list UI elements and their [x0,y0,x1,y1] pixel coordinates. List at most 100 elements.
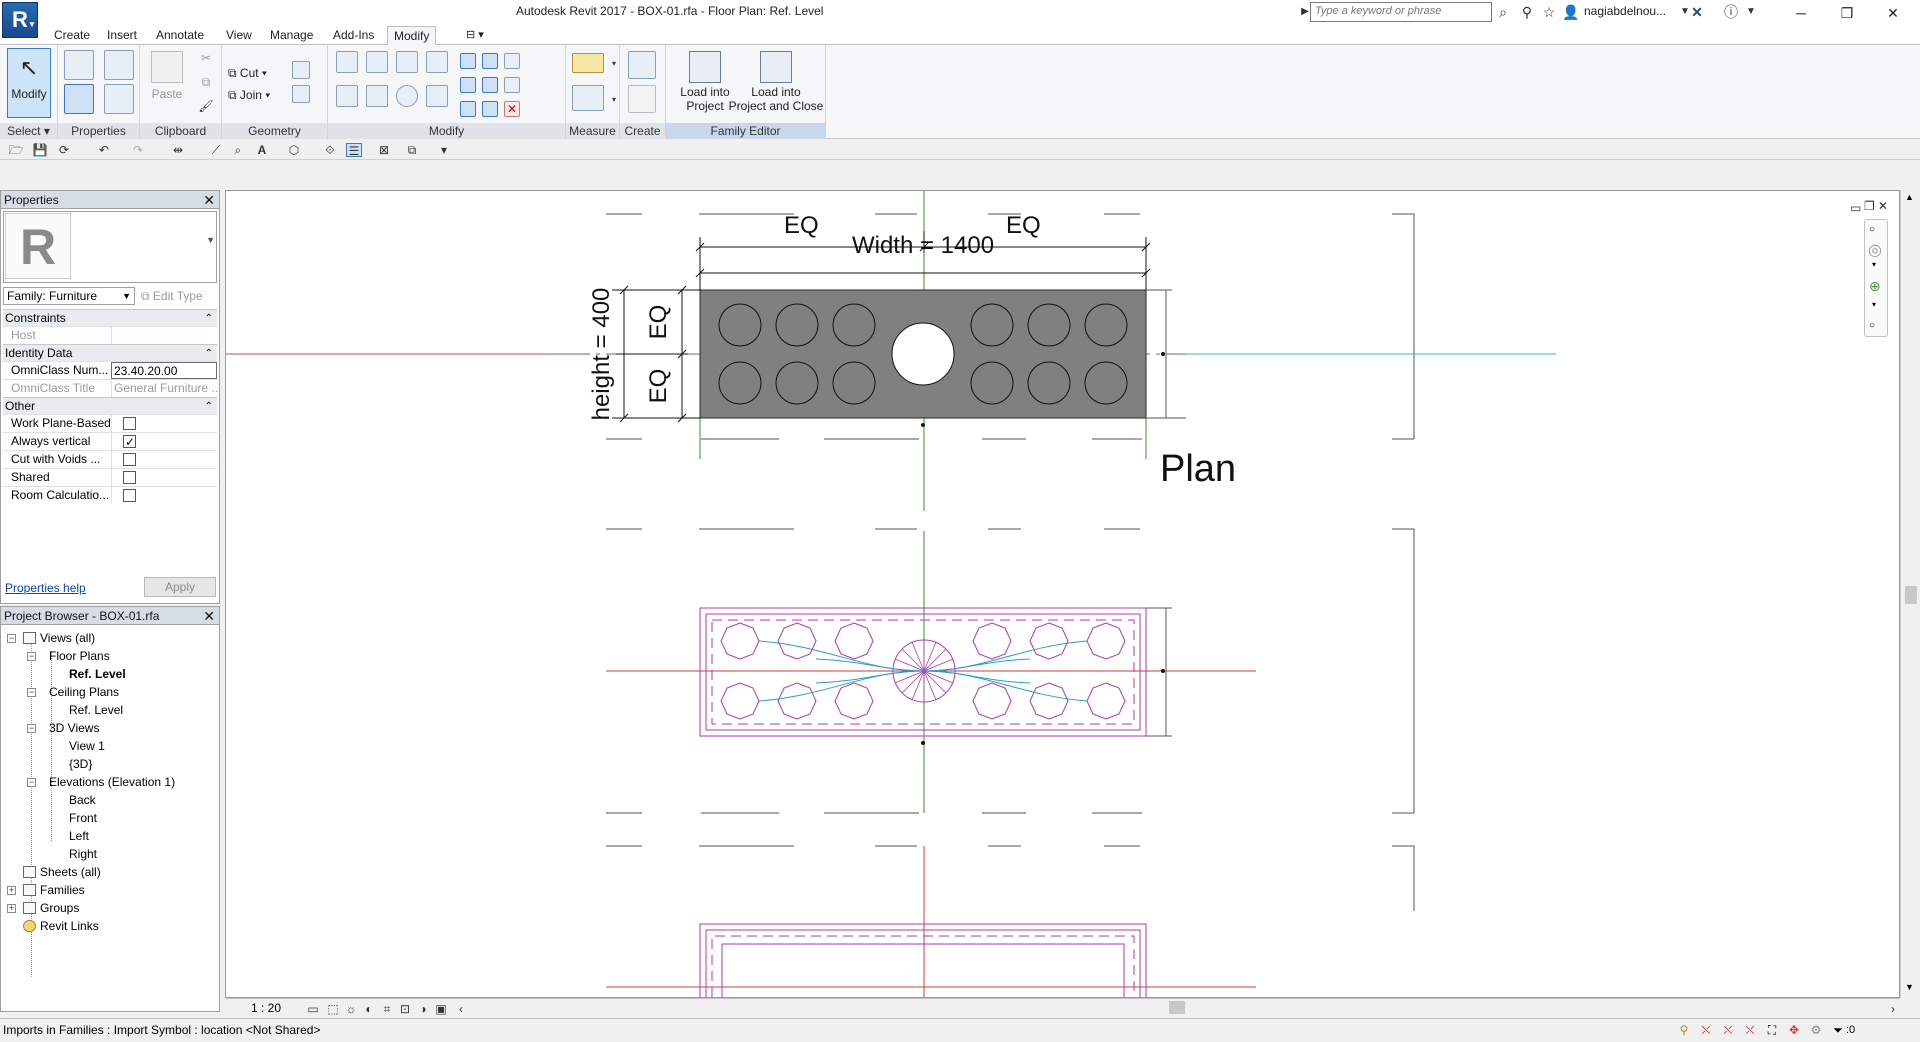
tree-sheets[interactable]: Sheets (all) [23,863,101,881]
tree-3d-views[interactable]: 3D Views [49,719,99,737]
aligned-dimension-icon[interactable] [572,85,604,111]
rotate-icon[interactable] [396,85,418,107]
scroll-right-icon[interactable]: › [1885,1002,1901,1016]
cut-with-voids-checkbox[interactable] [123,453,136,466]
section-other[interactable]: Other ⌃ [3,397,217,414]
drawing-canvas[interactable]: ▭ ❐ ✕ EQ EQ Width = 1400 height = 400 EQ… [225,190,1900,998]
apply-button[interactable]: Apply [144,577,216,597]
tree-elevation-left[interactable]: Left [69,827,89,845]
subscription-icon[interactable]: ⚲ [1518,3,1536,21]
edit-type-button[interactable]: ⧉ Edit Type [141,287,203,305]
tree-ceiling-plan-ref-level[interactable]: Ref. Level [69,701,123,719]
close-window-button[interactable]: ✕ [1870,0,1916,26]
paste-button[interactable]: Paste [146,47,188,117]
room-calculation-checkbox[interactable] [123,489,136,502]
trim-extend-single-icon[interactable] [460,101,476,117]
tree-families[interactable]: Families [23,881,85,899]
reveal-hidden-icon[interactable]: ▣ [433,1002,449,1016]
minimize-button[interactable]: ─ [1778,0,1824,26]
horizontal-scroll-thumb[interactable] [1169,1001,1185,1014]
zoom-region-icon[interactable]: ⊕ [1869,278,1881,295]
width-dimension-label[interactable]: Width = 1400 [852,232,994,259]
temporary-hide-icon[interactable]: ◑ [415,1002,431,1016]
scroll-up-icon[interactable]: ▲ [1905,192,1914,202]
sun-path-icon[interactable]: ☼ [343,1002,359,1016]
thin-lines-icon[interactable]: ☰ [346,143,362,158]
visual-style-icon[interactable]: ⬚ [325,1002,341,1016]
save-icon[interactable]: 💾 [32,143,48,157]
collapse-3d-views-icon[interactable]: − [27,724,36,733]
collapse-ceiling-plans-icon[interactable]: − [27,688,36,697]
tab-manage[interactable]: Manage [264,26,319,45]
copy-elements-icon[interactable] [366,85,388,107]
expand-groups-icon[interactable]: + [7,904,16,913]
tree-elevation-right[interactable]: Right [69,845,97,863]
dim-eq-top[interactable]: EQ [645,305,672,340]
measure-icon[interactable] [572,53,604,73]
split-face-icon[interactable] [292,85,310,103]
create-group-icon[interactable] [628,85,656,113]
tree-groups[interactable]: Groups [23,899,79,917]
zoom-dropdown-icon[interactable]: ▾ [1872,300,1876,309]
tab-add-ins[interactable]: Add-Ins [327,26,380,45]
tab-insert[interactable]: Insert [101,26,143,45]
select-pinned-icon[interactable]: ⛌ [1742,1023,1758,1037]
dim-eq-bottom[interactable]: EQ [645,369,672,404]
collapse-elevations-icon[interactable]: − [27,778,36,787]
scroll-down-icon[interactable]: ▼ [1905,982,1914,992]
contextual-tab-toggle-icon[interactable]: ⊟ ▾ [460,26,490,45]
family-types-icon[interactable] [104,84,134,114]
section-icon[interactable]: ⟐ [322,143,338,157]
tree-elevation-front[interactable]: Front [69,809,97,827]
tree-revit-links[interactable]: Revit Links [23,917,99,935]
binoculars-icon[interactable]: ⌕ [1494,3,1512,21]
omniclass-number-field[interactable]: 23.40.20.00 [111,362,217,379]
close-hidden-windows-icon[interactable]: ⊠ [376,143,392,157]
scissors-icon[interactable]: ✂ [198,51,214,65]
select-by-face-icon[interactable]: ⛶ [1764,1023,1780,1037]
tree-floor-plans[interactable]: Floor Plans [49,647,110,665]
offset-icon[interactable] [366,51,388,73]
undo-icon[interactable]: ↶ [96,143,112,157]
pin-icon[interactable] [504,77,520,93]
sync-icon[interactable]: ⟳ [56,143,72,157]
collapse-floor-plans-icon[interactable]: − [27,652,36,661]
properties-help-link[interactable]: Properties help [5,581,86,595]
match-type-icon[interactable]: 🖌 [198,99,214,113]
select-dropdown[interactable]: Select ▾ [0,123,57,139]
tab-view[interactable]: View [220,26,258,45]
expand-families-icon[interactable]: + [7,886,16,895]
tree-elevation-back[interactable]: Back [69,791,96,809]
move-icon[interactable] [336,85,358,107]
nav-resize-icon[interactable]: ○ [1869,320,1875,331]
scroll-left-icon[interactable]: ‹ [453,1002,469,1016]
favorites-star-icon[interactable]: ☆ [1540,3,1558,21]
close-icon[interactable]: ✕ [203,607,215,625]
dim-eq-right[interactable]: EQ [1006,212,1041,239]
wall-joins-icon[interactable] [292,61,310,79]
close-nav-icon[interactable]: ○ [1869,224,1875,235]
load-into-project-and-close-button[interactable]: Load into Project and Close [724,47,828,117]
modify-button[interactable]: ↖ Modify [7,48,51,118]
type-selector-dropdown-icon[interactable]: ▼ [206,235,215,245]
height-dimension-label[interactable]: height = 400 [588,288,615,421]
tree-view-1[interactable]: View 1 [69,737,105,755]
switch-windows-icon[interactable]: ⧉ [404,143,420,157]
search-input[interactable]: Type a keyword or phrase [1310,2,1492,22]
create-similar-icon[interactable] [628,51,656,79]
redo-icon[interactable]: ↷ [130,143,146,157]
shadows-icon[interactable]: ◐ [361,1002,377,1016]
customize-qat-icon[interactable]: ▾ [436,143,452,157]
section-identity-data[interactable]: Identity Data ⌃ [3,344,217,361]
tab-create[interactable]: Create [48,26,96,45]
tag-icon[interactable]: ⌕ [230,143,246,157]
measure-qat-icon[interactable]: ⇹ [170,143,186,157]
steering-dropdown-icon[interactable]: ▾ [1872,260,1876,269]
close-icon[interactable]: ✕ [203,191,215,209]
tab-annotate[interactable]: Annotate [150,26,210,45]
default-3d-view-icon[interactable]: ⬡ [286,143,302,157]
copy-icon[interactable]: ⧉ [198,75,214,89]
scale-icon[interactable] [482,77,498,93]
tree-views-all[interactable]: Views (all) [23,629,95,647]
cut-geometry-button[interactable]: ⧉ Cut ▾ [228,63,267,83]
